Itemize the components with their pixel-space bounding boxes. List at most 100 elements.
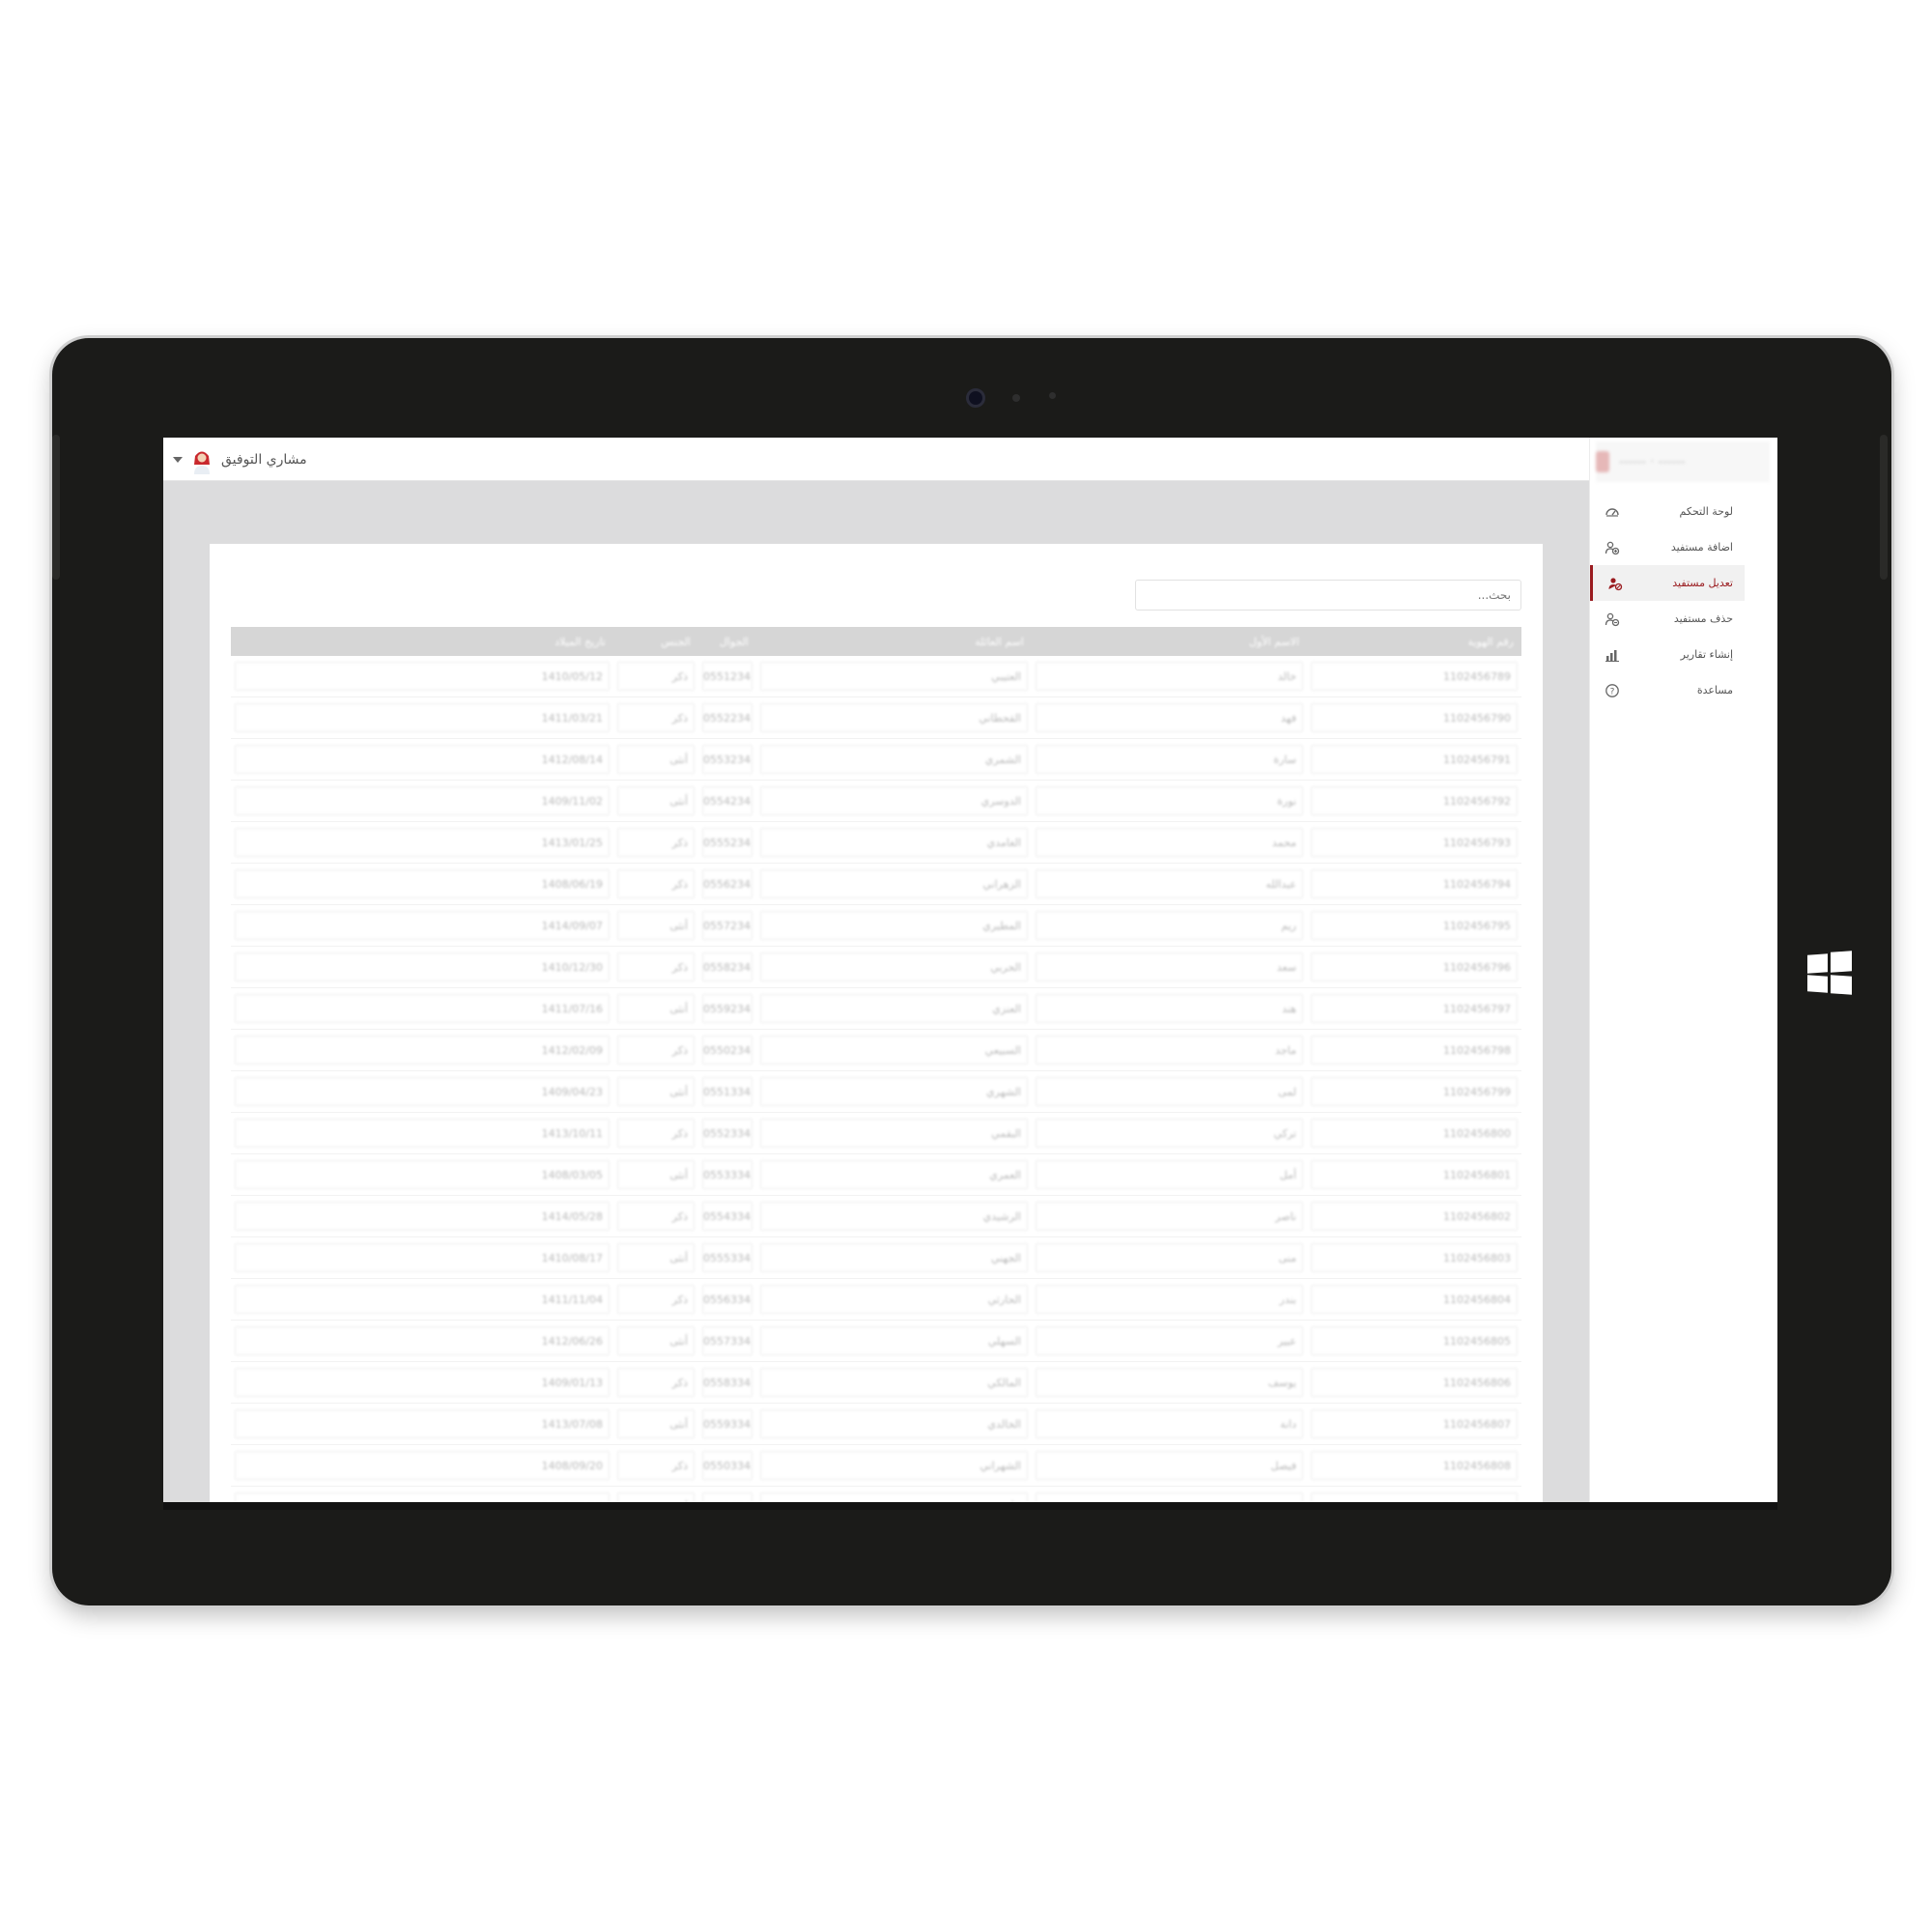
cell-input[interactable]: 0551234567 [702,662,753,691]
cell-input[interactable]: 0554334580 [702,1202,753,1231]
cell-input[interactable]: السبيعي [760,1036,1028,1065]
cell-input[interactable]: ريم [1036,911,1303,940]
cell-input[interactable]: 1102456789 [1311,662,1518,691]
chevron-down-icon[interactable] [173,457,183,463]
cell-input[interactable]: سعد [1036,952,1303,981]
cell-input[interactable]: 1410/12/30 [235,952,610,981]
cell-input[interactable]: 0555234571 [702,828,753,857]
cell-input[interactable]: بندر [1036,1285,1303,1314]
cell-input[interactable]: ماجد [1036,1036,1303,1065]
cell-input[interactable]: 1413/01/25 [235,828,610,857]
column-header[interactable]: اسم العائلة [756,627,1032,656]
sidebar-item-user-delete[interactable]: حذف مستفيد [1590,601,1745,637]
cell-input[interactable]: 1102456807 [1311,1409,1518,1438]
cell-input[interactable]: منى [1036,1243,1303,1272]
cell-input[interactable]: القحطاني [760,703,1028,732]
cell-input[interactable]: خالد [1036,662,1303,691]
cell-input[interactable]: الأحمدي [760,1492,1028,1502]
cell-input[interactable]: ذكر [617,1036,695,1065]
cell-input[interactable]: تركي [1036,1119,1303,1148]
cell-input[interactable]: 1412/06/26 [235,1326,610,1355]
cell-input[interactable]: الخالدي [760,1409,1028,1438]
cell-input[interactable]: 0559334585 [702,1409,753,1438]
cell-input[interactable]: 1412/08/14 [235,745,610,774]
sidebar-item-help[interactable]: ? مساعدة [1590,672,1745,708]
cell-input[interactable]: الجهني [760,1243,1028,1272]
cell-input[interactable]: 1411/11/04 [235,1285,610,1314]
cell-input[interactable]: 0556334582 [702,1285,753,1314]
cell-input[interactable]: العنزي [760,994,1028,1023]
cell-input[interactable]: أنثى [617,994,695,1023]
cell-input[interactable]: 1102456803 [1311,1243,1518,1272]
cell-input[interactable]: 1102456791 [1311,745,1518,774]
cell-input[interactable]: 1102456801 [1311,1160,1518,1189]
column-header[interactable]: رقم الهوية [1307,627,1521,656]
cell-input[interactable]: أنثى [617,1077,695,1106]
cell-input[interactable]: الدوسري [760,786,1028,815]
cell-input[interactable]: الحارثي [760,1285,1028,1314]
cell-input[interactable]: 1413/07/08 [235,1409,610,1438]
cell-input[interactable]: 1409/01/13 [235,1368,610,1397]
column-header[interactable]: تاريخ الميلاد [231,627,613,656]
cell-input[interactable]: 1102456808 [1311,1451,1518,1480]
cell-input[interactable]: أنثى [617,745,695,774]
cell-input[interactable]: ناصر [1036,1202,1303,1231]
cell-input[interactable]: 1410/08/17 [235,1243,610,1272]
column-header[interactable]: الاسم الأول [1032,627,1307,656]
cell-input[interactable]: 1408/06/19 [235,869,610,898]
cell-input[interactable]: ذكر [617,952,695,981]
cell-input[interactable]: 1102456809 [1311,1492,1518,1502]
cell-input[interactable]: المالكي [760,1368,1028,1397]
cell-input[interactable]: 1102456798 [1311,1036,1518,1065]
cell-input[interactable]: ذكر [617,703,695,732]
cell-input[interactable]: 1102456800 [1311,1119,1518,1148]
cell-input[interactable]: 1102456802 [1311,1202,1518,1231]
cell-input[interactable]: هند [1036,994,1303,1023]
cell-input[interactable]: الشهري [760,1077,1028,1106]
cell-input[interactable]: ذكر [617,1119,695,1148]
cell-input[interactable]: 1411/07/16 [235,994,610,1023]
cell-input[interactable]: العتيبي [760,662,1028,691]
cell-input[interactable]: أنثى [617,1243,695,1272]
cell-input[interactable]: 1102456796 [1311,952,1518,981]
cell-input[interactable]: 0559234575 [702,994,753,1023]
cell-input[interactable]: 0555334581 [702,1243,753,1272]
cell-input[interactable]: 0558334584 [702,1368,753,1397]
cell-input[interactable]: عبدالله [1036,869,1303,898]
cell-input[interactable]: البقمي [760,1119,1028,1148]
cell-input[interactable]: فيصل [1036,1451,1303,1480]
cell-input[interactable]: 1414/05/28 [235,1202,610,1231]
cell-input[interactable]: أنثى [617,911,695,940]
cell-input[interactable]: الشهراني [760,1451,1028,1480]
cell-input[interactable]: ذكر [617,1202,695,1231]
cell-input[interactable]: 1102456806 [1311,1368,1518,1397]
sidebar-item-dashboard[interactable]: لوحة التحكم [1590,494,1745,529]
cell-input[interactable]: 1409/04/23 [235,1077,610,1106]
cell-input[interactable]: 0554234570 [702,786,753,815]
cell-input[interactable]: الغامدي [760,828,1028,857]
cell-input[interactable]: 0551334577 [702,1077,753,1106]
cell-input[interactable]: 1102456793 [1311,828,1518,857]
cell-input[interactable]: الحربي [760,952,1028,981]
cell-input[interactable]: أنثى [617,1326,695,1355]
cell-input[interactable]: 0556234572 [702,869,753,898]
cell-input[interactable]: محمد [1036,828,1303,857]
cell-input[interactable]: المطيري [760,911,1028,940]
column-header[interactable]: الجوال [698,627,756,656]
column-header[interactable]: الجنس [613,627,698,656]
user-menu[interactable]: مشاري التوفيق [173,443,307,476]
cell-input[interactable]: ذكر [617,828,695,857]
search-input[interactable] [1135,580,1521,611]
cell-input[interactable]: أمل [1036,1160,1303,1189]
cell-input[interactable]: ذكر [617,1285,695,1314]
cell-input[interactable]: لمى [1036,1077,1303,1106]
cell-input[interactable]: 1411/03/21 [235,703,610,732]
sidebar-item-user-edit[interactable]: تعديل مستفيد [1590,565,1745,601]
cell-input[interactable]: 1102456797 [1311,994,1518,1023]
cell-input[interactable]: 1408/03/05 [235,1160,610,1189]
cell-input[interactable]: 1413/10/11 [235,1119,610,1148]
cell-input[interactable]: السهلي [760,1326,1028,1355]
sidebar-item-reports[interactable]: إنشاء تقارير [1590,637,1745,672]
cell-input[interactable]: 0552234568 [702,703,753,732]
cell-input[interactable]: الشمري [760,745,1028,774]
